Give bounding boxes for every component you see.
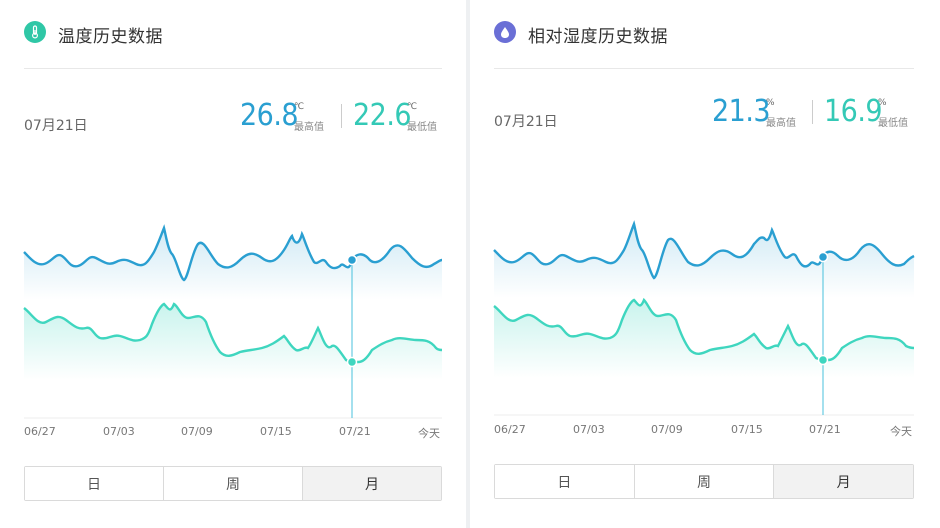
x-tick-label: 07/03 bbox=[573, 423, 605, 436]
min-unit: % bbox=[878, 98, 887, 108]
max-label: 最高值 bbox=[294, 122, 324, 133]
max-area-fill bbox=[24, 228, 442, 300]
max-cursor-point bbox=[817, 251, 829, 263]
x-tick-label: 07/15 bbox=[260, 425, 292, 438]
max-area-fill bbox=[494, 224, 914, 298]
min-area-fill bbox=[24, 304, 442, 380]
x-tick-label: 07/21 bbox=[339, 425, 371, 438]
min-label: 最低值 bbox=[407, 122, 437, 133]
history-line-chart[interactable] bbox=[0, 150, 466, 425]
x-tick-label: 07/15 bbox=[731, 423, 763, 436]
period-week-button[interactable]: 周 bbox=[634, 465, 775, 498]
panel-title: 相对湿度历史数据 bbox=[528, 27, 668, 47]
max-value: 21.3 bbox=[712, 94, 771, 129]
thermometer-icon bbox=[24, 21, 46, 43]
max-label: 最高值 bbox=[766, 118, 796, 129]
period-week-button[interactable]: 周 bbox=[164, 467, 303, 500]
x-tick-label: 今天 bbox=[890, 425, 912, 438]
max-cursor-point bbox=[346, 254, 358, 266]
panel-title: 温度历史数据 bbox=[58, 27, 163, 47]
period-selector: 日 周 月 bbox=[24, 466, 442, 501]
x-tick-label: 07/21 bbox=[809, 423, 841, 436]
max-value: 26.8 bbox=[240, 98, 299, 133]
max-unit: ℃ bbox=[294, 102, 305, 112]
min-cursor-point bbox=[346, 356, 358, 368]
x-tick-label: 今天 bbox=[418, 427, 440, 440]
divider bbox=[494, 68, 914, 69]
period-selector: 日 周 月 bbox=[494, 464, 914, 499]
period-month-button[interactable]: 月 bbox=[303, 467, 441, 500]
x-tick-label: 06/27 bbox=[24, 425, 56, 438]
selected-date: 07月21日 bbox=[24, 118, 88, 134]
min-label: 最低值 bbox=[878, 118, 908, 129]
period-day-button[interactable]: 日 bbox=[25, 467, 164, 500]
min-value: 16.9 bbox=[824, 94, 883, 129]
x-tick-label: 06/27 bbox=[494, 423, 526, 436]
min-value: 22.6 bbox=[353, 98, 412, 133]
water-drop-icon bbox=[494, 21, 516, 43]
humidity-history-panel: 相对湿度历史数据 07月21日 21.3 % 最高值 16.9 % 最低值 06… bbox=[470, 0, 940, 528]
selected-date: 07月21日 bbox=[494, 114, 558, 130]
history-line-chart[interactable] bbox=[470, 150, 940, 425]
max-unit: % bbox=[766, 98, 775, 108]
stat-separator bbox=[341, 104, 342, 128]
x-tick-label: 07/09 bbox=[651, 423, 683, 436]
stat-separator bbox=[812, 100, 813, 124]
period-month-button[interactable]: 月 bbox=[774, 465, 914, 498]
divider bbox=[24, 68, 442, 69]
min-cursor-point bbox=[817, 354, 829, 366]
x-tick-label: 07/09 bbox=[181, 425, 213, 438]
x-tick-label: 07/03 bbox=[103, 425, 135, 438]
min-unit: ℃ bbox=[407, 102, 418, 112]
min-area-fill bbox=[494, 300, 914, 378]
temperature-history-panel: 温度历史数据 07月21日 26.8 ℃ 最高值 22.6 ℃ 最低值 06/2… bbox=[0, 0, 466, 528]
period-day-button[interactable]: 日 bbox=[495, 465, 635, 498]
